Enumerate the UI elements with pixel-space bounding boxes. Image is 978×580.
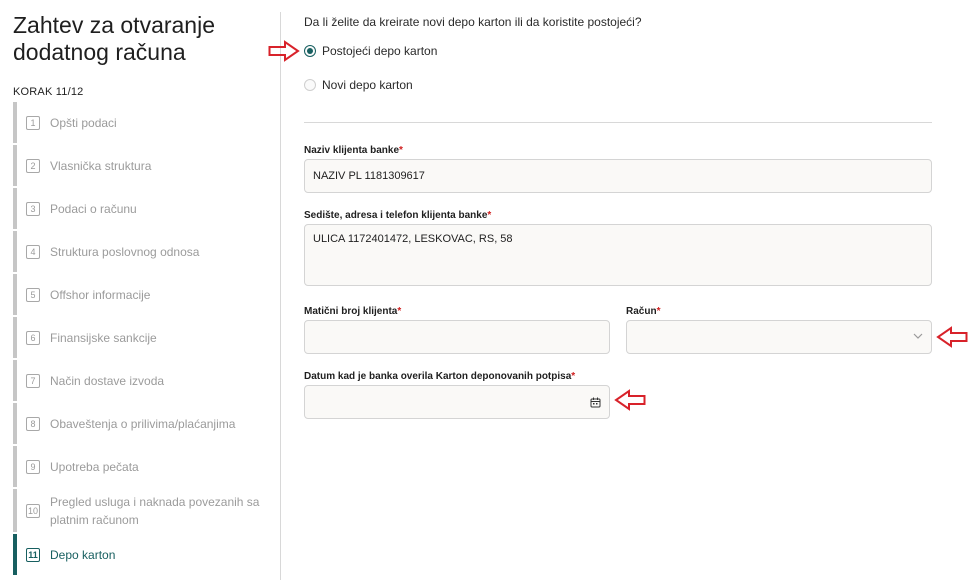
step-6[interactable]: 6 Finansijske sankcije — [13, 317, 280, 358]
horizontal-divider — [304, 122, 932, 123]
step-1[interactable]: 1 Opšti podaci — [13, 102, 280, 143]
step-11[interactable]: 11 Depo karton — [13, 534, 280, 575]
required-mark: * — [397, 306, 402, 317]
step-10[interactable]: 10 Pregled usluga i naknada povezanih sa … — [13, 489, 280, 532]
step-8[interactable]: 8 Obaveštenja o prilivima/plaćanjima — [13, 403, 280, 444]
option-label: Postojeći depo karton — [322, 44, 438, 58]
step-number: 1 — [26, 115, 40, 130]
form-main: Da li želite da kreirate novi depo karto… — [304, 0, 964, 580]
step-number: 3 — [26, 201, 40, 216]
required-mark: * — [399, 145, 403, 156]
client-name-label: Naziv klijenta banke* — [304, 145, 403, 156]
step-7[interactable]: 7 Način dostave izvoda — [13, 360, 280, 401]
step-label: Način dostave izvoda — [50, 373, 165, 388]
date-label: Datum kad je banka overila Karton depono… — [304, 371, 576, 382]
step-counter: KORAK 11/12 — [13, 86, 84, 98]
client-name-field[interactable]: NAZIV PL 1181309617 — [304, 159, 932, 193]
calendar-icon[interactable] — [590, 397, 601, 408]
address-field[interactable]: ULICA 1172401472, LESKOVAC, RS, 58 — [304, 224, 932, 286]
step-4[interactable]: 4 Struktura poslovnog odnosa — [13, 231, 280, 272]
step-label: Upotreba pečata — [50, 459, 139, 474]
address-label: Sedište, adresa i telefon klijenta banke… — [304, 210, 492, 221]
required-mark: * — [656, 306, 661, 317]
step-label: Podaci o računu — [50, 201, 137, 216]
chevron-down-icon — [913, 333, 923, 339]
annotation-arrow-right-icon — [268, 40, 300, 62]
step-label: Opšti podaci — [50, 115, 117, 130]
reg-number-label: Matični broj klijenta* — [304, 306, 402, 317]
step-number: 9 — [26, 459, 40, 474]
step-label: Depo karton — [50, 547, 116, 562]
radio-checked-icon[interactable] — [304, 45, 316, 57]
account-select[interactable] — [626, 320, 932, 354]
sidebar: Zahtev za otvaranje dodatnog računa KORA… — [0, 0, 280, 580]
step-number: 10 — [26, 503, 40, 518]
step-label: Obaveštenja o prilivima/plaćanjima — [50, 416, 236, 431]
option-new-depo[interactable]: Novi depo karton — [304, 78, 413, 92]
step-number: 2 — [26, 158, 40, 173]
required-mark: * — [571, 371, 576, 382]
depo-question: Da li želite da kreirate novi depo karto… — [304, 15, 642, 29]
step-list: 1 Opšti podaci 2 Vlasnička struktura 3 Poda… — [13, 102, 280, 577]
annotation-arrow-left-icon — [614, 389, 646, 411]
step-label: Offshor informacije — [50, 287, 151, 302]
annotation-arrow-left-icon — [936, 326, 968, 348]
step-label: Pregled usluga i naknada povezanih sa pl… — [50, 494, 260, 527]
reg-number-field[interactable] — [304, 320, 610, 354]
step-2[interactable]: 2 Vlasnička struktura — [13, 145, 280, 186]
step-number: 4 — [26, 244, 40, 259]
vertical-divider — [280, 12, 281, 580]
date-field[interactable] — [304, 385, 610, 419]
step-number: 5 — [26, 287, 40, 302]
step-3[interactable]: 3 Podaci o računu — [13, 188, 280, 229]
step-label: Vlasnička struktura — [50, 158, 152, 173]
step-number: 6 — [26, 330, 40, 345]
step-label: Finansijske sankcije — [50, 330, 157, 345]
required-mark: * — [487, 210, 492, 221]
page-title: Zahtev za otvaranje dodatnog računa — [13, 12, 216, 65]
account-label: Račun* — [626, 306, 661, 317]
step-5[interactable]: 5 Offshor informacije — [13, 274, 280, 315]
step-number: 11 — [26, 547, 40, 562]
radio-unchecked-icon[interactable] — [304, 79, 316, 91]
step-label: Struktura poslovnog odnosa — [50, 244, 200, 259]
step-number: 7 — [26, 373, 40, 388]
step-number: 8 — [26, 416, 40, 431]
option-existing-depo[interactable]: Postojeći depo karton — [304, 44, 437, 58]
option-label: Novi depo karton — [322, 78, 413, 92]
step-9[interactable]: 9 Upotreba pečata — [13, 446, 280, 487]
